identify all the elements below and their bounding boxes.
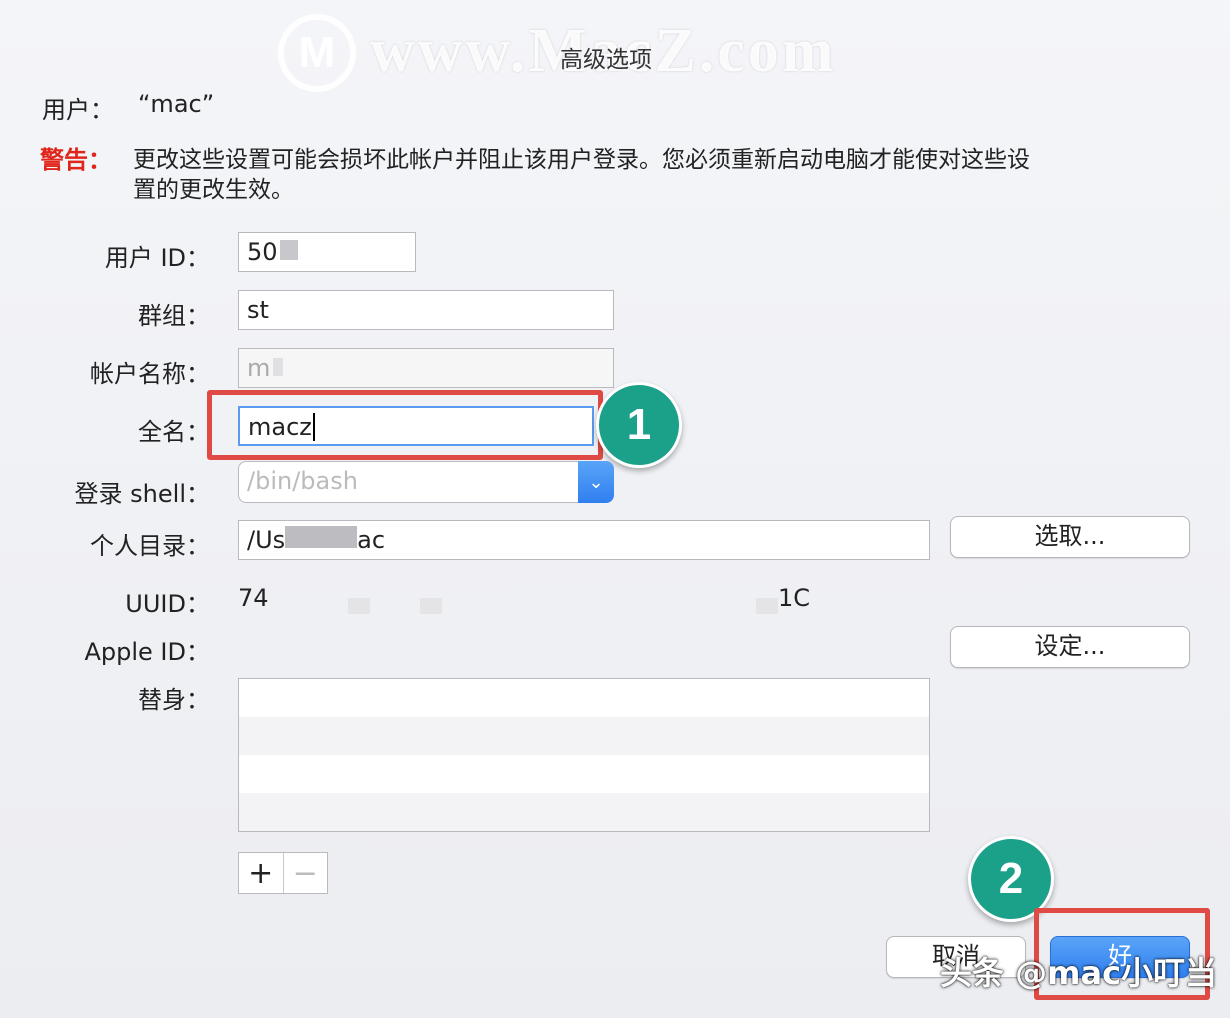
login-shell-value: /bin/bash	[247, 467, 358, 495]
user-id-field[interactable]: 50	[238, 232, 416, 272]
list-item	[239, 717, 929, 755]
user-label: 用户：	[42, 96, 114, 124]
choose-button[interactable]: 选取...	[950, 516, 1190, 558]
full-name-label: 全名：	[138, 418, 210, 446]
redacted-mask	[420, 598, 442, 614]
redacted-mask	[756, 598, 778, 614]
step-badge-1: 1	[596, 382, 682, 468]
list-item	[239, 679, 929, 717]
remove-alias-button[interactable]: −	[282, 853, 328, 893]
user-id-label: 用户 ID：	[104, 244, 210, 272]
group-value: st	[247, 296, 269, 324]
chevron-down-icon[interactable]: ⌄	[578, 461, 614, 503]
source-watermark: 头条 @mac小叮当	[940, 954, 1218, 992]
home-dir-value-suffix: ac	[357, 526, 386, 554]
group-label: 群组：	[138, 302, 210, 330]
redacted-mask	[279, 240, 298, 260]
account-name-field: m	[238, 348, 614, 388]
uuid-value-prefix: 74	[238, 584, 269, 612]
redacted-mask	[273, 358, 284, 376]
list-item	[239, 755, 929, 793]
warning-label: 警告：	[40, 146, 112, 174]
home-dir-label: 个人目录：	[90, 532, 210, 560]
set-apple-id-button[interactable]: 设定...	[950, 626, 1190, 668]
list-item	[239, 793, 929, 831]
warning-text-line2: 置的更改生效。	[133, 177, 294, 203]
home-dir-value-prefix: /Us	[247, 526, 286, 554]
apple-id-label: Apple ID：	[84, 638, 210, 666]
login-shell-label: 登录 shell：	[74, 480, 210, 508]
redacted-mask	[285, 526, 358, 548]
uuid-value-suffix: 1C	[778, 584, 811, 612]
alias-add-remove-control: + −	[238, 852, 328, 894]
dialog-title: 高级选项	[560, 47, 652, 73]
warning-text-line1: 更改这些设置可能会损坏此帐户并阻止该用户登录。您必须重新启动电脑才能使对这些设	[133, 147, 1030, 173]
uuid-label: UUID：	[125, 590, 210, 618]
macz-logo-icon: M	[278, 14, 356, 92]
home-dir-field[interactable]: /Us ac	[238, 520, 930, 560]
group-field[interactable]: st	[238, 290, 614, 330]
aliases-label: 替身：	[138, 686, 210, 714]
user-value: “mac”	[138, 90, 215, 118]
aliases-list[interactable]	[238, 678, 930, 832]
login-shell-select[interactable]: /bin/bash	[238, 461, 580, 503]
redacted-mask	[348, 598, 370, 614]
highlight-box-fullname	[207, 390, 603, 460]
account-name-label: 帐户名称：	[90, 360, 210, 388]
user-id-value: 50	[247, 238, 278, 266]
account-name-value: m	[247, 354, 271, 382]
add-alias-button[interactable]: +	[239, 853, 283, 893]
